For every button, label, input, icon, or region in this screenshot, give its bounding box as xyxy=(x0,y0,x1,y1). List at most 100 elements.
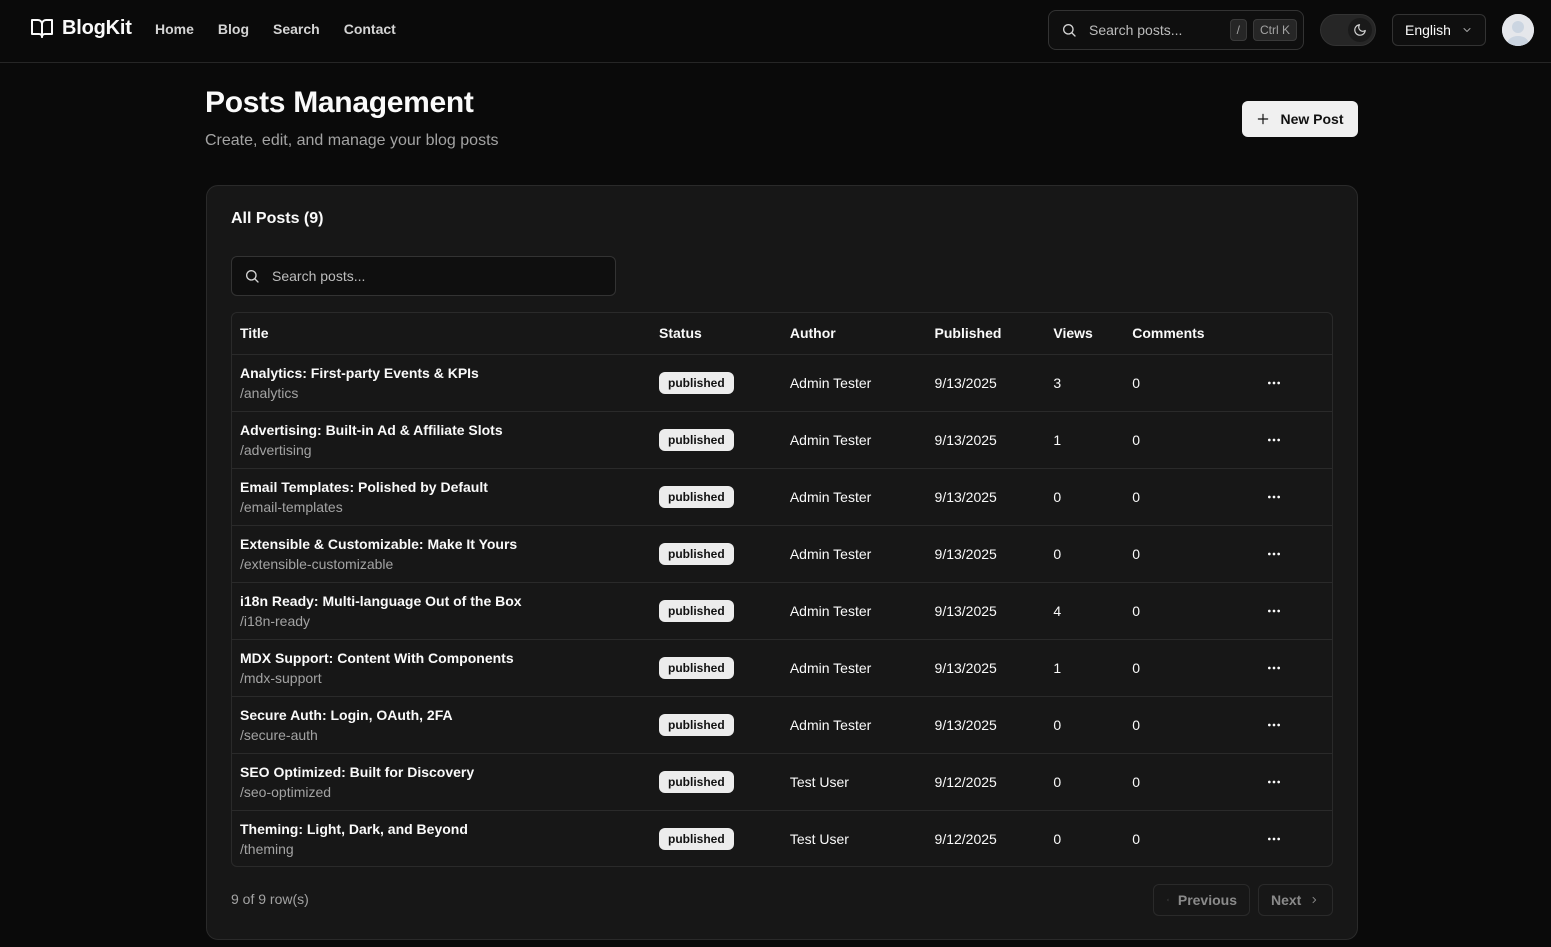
more-horizontal-icon xyxy=(1268,837,1281,841)
status-badge: published xyxy=(659,428,734,451)
status-badge: published xyxy=(659,827,734,850)
nav-link-blog[interactable]: Blog xyxy=(218,21,249,37)
post-published-date: 9/13/2025 xyxy=(934,354,1054,412)
user-avatar-icon xyxy=(1502,14,1534,46)
post-slug: /i18n-ready xyxy=(240,612,311,629)
next-page-label: Next xyxy=(1271,892,1302,908)
brand-logo-link[interactable]: BlogKit xyxy=(30,16,132,40)
table-row[interactable]: Email Templates: Polished by Default/ema… xyxy=(232,468,1332,526)
table-header-row: Title Status Author Published Views Comm… xyxy=(232,313,1332,355)
row-actions-button[interactable] xyxy=(1258,595,1290,627)
page-subtitle: Create, edit, and manage your blog posts xyxy=(205,132,499,149)
table-row[interactable]: i18n Ready: Multi-language Out of the Bo… xyxy=(232,582,1332,640)
posts-search-input[interactable]: Search posts... xyxy=(231,256,616,296)
post-slug: /seo-optimized xyxy=(240,783,332,800)
row-count: 9 of 9 row(s) xyxy=(231,891,309,907)
table-row[interactable]: Advertising: Built-in Ad & Affiliate Slo… xyxy=(232,411,1332,469)
post-status-cell: published xyxy=(659,639,790,697)
theme-toggle-knob xyxy=(1348,18,1372,42)
post-actions-cell xyxy=(1258,468,1332,526)
more-horizontal-icon xyxy=(1268,780,1281,783)
post-slug: /theming xyxy=(240,840,294,857)
post-title-link[interactable]: Secure Auth: Login, OAuth, 2FA xyxy=(240,707,659,723)
row-actions-button[interactable] xyxy=(1258,481,1290,513)
post-title-cell: MDX Support: Content With Components/mdx… xyxy=(232,639,660,697)
search-icon xyxy=(1063,24,1076,37)
post-title-link[interactable]: Advertising: Built-in Ad & Affiliate Slo… xyxy=(240,422,659,438)
post-status-cell: published xyxy=(659,696,790,754)
post-title-link[interactable]: Analytics: First-party Events & KPIs xyxy=(240,365,659,381)
post-published-date: 9/12/2025 xyxy=(934,753,1054,811)
post-author: Admin Tester xyxy=(789,354,935,412)
language-select[interactable]: English xyxy=(1392,14,1486,46)
table-body: Analytics: First-party Events & KPIs/ana… xyxy=(232,354,1332,866)
global-search-input[interactable]: Search posts... / Ctrl K xyxy=(1048,10,1304,50)
post-author: Admin Tester xyxy=(789,639,935,697)
table-row[interactable]: Analytics: First-party Events & KPIs/ana… xyxy=(232,354,1332,412)
column-header-published[interactable]: Published xyxy=(934,313,1054,355)
column-header-views[interactable]: Views xyxy=(1053,313,1133,355)
post-actions-cell xyxy=(1258,582,1332,640)
post-title-link[interactable]: Theming: Light, Dark, and Beyond xyxy=(240,821,659,837)
table-row[interactable]: MDX Support: Content With Components/mdx… xyxy=(232,639,1332,697)
post-title-link[interactable]: Extensible & Customizable: Make It Yours xyxy=(240,536,659,552)
book-open-icon xyxy=(31,19,53,38)
table-row[interactable]: Theming: Light, Dark, and Beyond/theming… xyxy=(232,810,1332,866)
previous-page-button[interactable]: Previous xyxy=(1153,884,1250,916)
row-actions-button[interactable] xyxy=(1258,424,1290,456)
column-header-comments[interactable]: Comments xyxy=(1132,313,1259,355)
post-title-link[interactable]: MDX Support: Content With Components xyxy=(240,650,659,666)
more-horizontal-icon xyxy=(1268,438,1281,441)
post-title-cell: i18n Ready: Multi-language Out of the Bo… xyxy=(232,582,660,640)
post-title-cell: Analytics: First-party Events & KPIs/ana… xyxy=(232,354,660,412)
post-actions-cell xyxy=(1258,411,1332,469)
row-actions-button[interactable] xyxy=(1258,367,1290,399)
plus-icon xyxy=(1258,113,1269,125)
table-row[interactable]: Secure Auth: Login, OAuth, 2FA/secure-au… xyxy=(232,696,1332,754)
more-horizontal-icon xyxy=(1268,552,1281,555)
post-status-cell: published xyxy=(659,525,790,583)
post-published-date: 9/13/2025 xyxy=(934,525,1054,583)
nav-link-contact[interactable]: Contact xyxy=(344,21,396,37)
post-status-cell: published xyxy=(659,354,790,412)
post-published-date: 9/13/2025 xyxy=(934,696,1054,754)
post-comments: 0 xyxy=(1132,582,1259,640)
post-title-link[interactable]: i18n Ready: Multi-language Out of the Bo… xyxy=(240,593,659,609)
nav-link-home[interactable]: Home xyxy=(155,21,194,37)
next-page-button[interactable]: Next xyxy=(1258,884,1333,916)
post-slug: /advertising xyxy=(240,441,312,458)
post-title-link[interactable]: Email Templates: Polished by Default xyxy=(240,479,659,495)
status-badge: published xyxy=(659,599,734,622)
new-post-button[interactable]: New Post xyxy=(1242,101,1358,137)
post-title-link[interactable]: SEO Optimized: Built for Discovery xyxy=(240,764,659,780)
nav-link-search[interactable]: Search xyxy=(273,21,320,37)
table-row[interactable]: SEO Optimized: Built for Discovery/seo-o… xyxy=(232,753,1332,811)
table-row[interactable]: Extensible & Customizable: Make It Yours… xyxy=(232,525,1332,583)
column-header-title[interactable]: Title xyxy=(232,313,660,355)
post-comments: 0 xyxy=(1132,468,1259,526)
post-author: Test User xyxy=(789,753,935,811)
theme-toggle[interactable] xyxy=(1320,14,1376,46)
post-title-cell: Email Templates: Polished by Default/ema… xyxy=(232,468,660,526)
more-horizontal-icon xyxy=(1268,495,1281,498)
more-horizontal-icon xyxy=(1268,381,1281,384)
column-header-status[interactable]: Status xyxy=(659,313,790,355)
search-icon xyxy=(246,270,259,283)
user-avatar[interactable] xyxy=(1502,14,1534,46)
row-actions-button[interactable] xyxy=(1258,709,1290,741)
post-slug: /secure-auth xyxy=(240,726,318,743)
column-header-author[interactable]: Author xyxy=(789,313,935,355)
post-actions-cell xyxy=(1258,354,1332,412)
post-comments: 0 xyxy=(1132,354,1259,412)
row-actions-button[interactable] xyxy=(1258,652,1290,684)
post-author: Admin Tester xyxy=(789,582,935,640)
previous-page-label: Previous xyxy=(1177,892,1237,908)
post-slug: /mdx-support xyxy=(240,669,322,686)
post-comments: 0 xyxy=(1132,639,1259,697)
post-views: 4 xyxy=(1053,582,1133,640)
post-status-cell: published xyxy=(659,582,790,640)
row-actions-button[interactable] xyxy=(1258,766,1290,798)
chevron-right-icon xyxy=(1312,896,1317,904)
row-actions-button[interactable] xyxy=(1258,538,1290,570)
row-actions-button[interactable] xyxy=(1258,823,1290,855)
